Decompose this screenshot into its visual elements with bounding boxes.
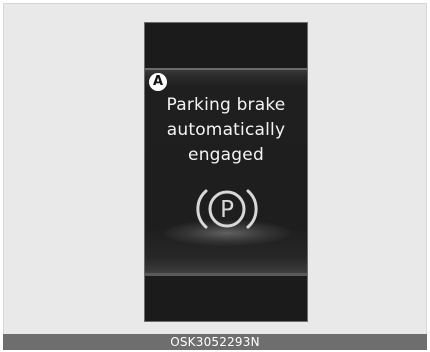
cluster-display: A Parking brake automatically engaged P [144,22,308,322]
image-code: OSK3052293N [170,335,260,349]
illustration-frame: A Parking brake automatically engaged P [3,3,427,349]
parking-brake-icon: P [196,189,258,229]
callout-marker: A [149,73,167,91]
message-line-2: automatically [166,120,286,140]
message-line-3: engaged [188,145,264,165]
warning-message: Parking brake automatically engaged [145,93,307,168]
parking-brake-letter: P [220,197,234,223]
caption-bar: OSK3052293N [3,334,427,350]
message-line-1: Parking brake [166,95,286,115]
